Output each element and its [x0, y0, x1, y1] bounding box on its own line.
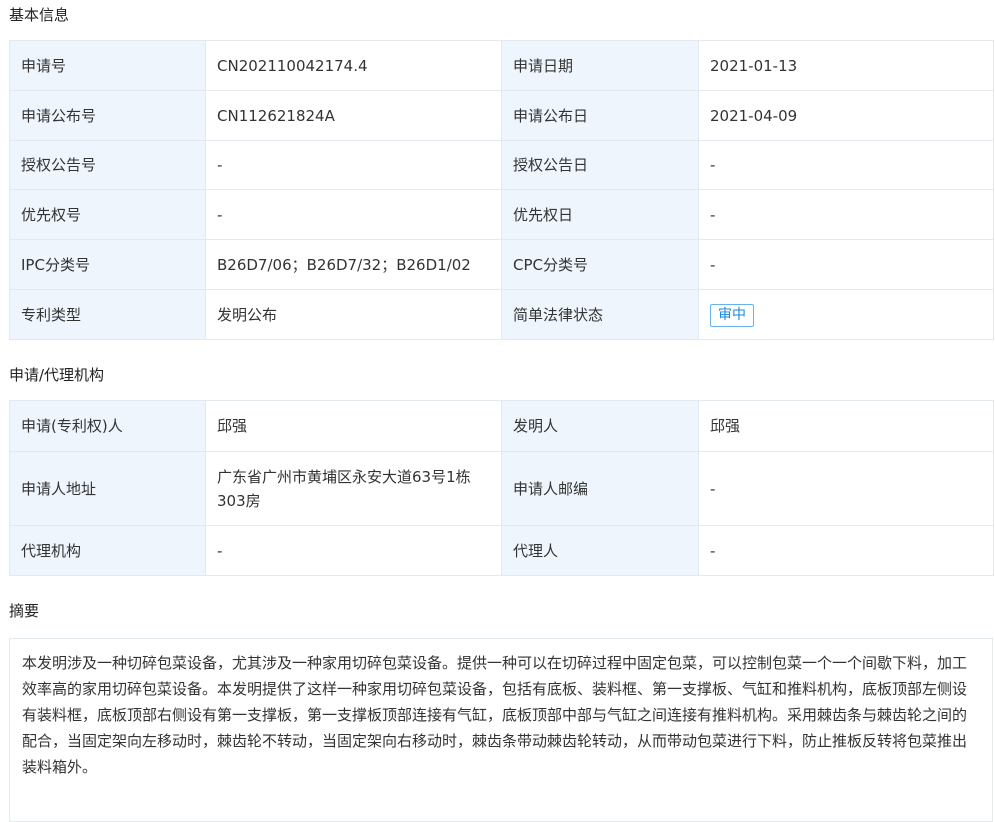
value-applicant: 邱强	[205, 400, 502, 452]
agency-table: 申请(专利权)人 邱强 发明人 邱强 申请人地址 广东省广州市黄埔区永安大道63…	[9, 400, 994, 576]
status-badge: 审中	[710, 304, 754, 327]
value-inventor: 邱强	[698, 400, 994, 452]
basic-info-table: 申请号 CN202110042174.4 申请日期 2021-01-13 申请公…	[9, 40, 994, 340]
value-agent: -	[698, 525, 994, 576]
value-applicant-postcode: -	[698, 451, 994, 526]
label-applicant: 申请(专利权)人	[9, 400, 206, 452]
section-title-agency: 申请/代理机构	[9, 366, 105, 384]
label-patent-type: 专利类型	[9, 289, 206, 340]
label-legal-status: 简单法律状态	[501, 289, 699, 340]
table-row: 申请公布号 CN112621824A 申请公布日 2021-04-09	[9, 90, 994, 141]
label-publication-number: 申请公布号	[9, 90, 206, 141]
value-priority-number: -	[205, 189, 502, 240]
value-publication-date: 2021-04-09	[698, 90, 994, 141]
label-grant-number: 授权公告号	[9, 140, 206, 190]
table-row: 优先权号 - 优先权日 -	[9, 189, 994, 240]
table-row: 专利类型 发明公布 简单法律状态 审中	[9, 289, 994, 340]
label-agent: 代理人	[501, 525, 699, 576]
label-priority-date: 优先权日	[501, 189, 699, 240]
label-publication-date: 申请公布日	[501, 90, 699, 141]
value-application-number: CN202110042174.4	[205, 40, 502, 91]
label-grant-date: 授权公告日	[501, 140, 699, 190]
table-row: 代理机构 - 代理人 -	[9, 525, 994, 576]
abstract-text: 本发明涉及一种切碎包菜设备，尤其涉及一种家用切碎包菜设备。提供一种可以在切碎过程…	[9, 638, 993, 822]
label-applicant-postcode: 申请人邮编	[501, 451, 699, 526]
table-row: 申请号 CN202110042174.4 申请日期 2021-01-13	[9, 40, 994, 91]
table-row: IPC分类号 B26D7/06；B26D7/32；B26D1/02 CPC分类号…	[9, 239, 994, 290]
label-application-date: 申请日期	[501, 40, 699, 91]
value-cpc: -	[698, 239, 994, 290]
label-application-number: 申请号	[9, 40, 206, 91]
section-title-basic-info: 基本信息	[9, 6, 70, 24]
table-row: 授权公告号 - 授权公告日 -	[9, 140, 994, 190]
table-row: 申请人地址 广东省广州市黄埔区永安大道63号1栋303房 申请人邮编 -	[9, 451, 994, 526]
label-applicant-address: 申请人地址	[9, 451, 206, 526]
value-priority-date: -	[698, 189, 994, 240]
label-agency: 代理机构	[9, 525, 206, 576]
value-agency: -	[205, 525, 502, 576]
section-title-abstract: 摘要	[9, 602, 40, 620]
value-legal-status-cell: 审中	[698, 289, 994, 340]
value-grant-number: -	[205, 140, 502, 190]
value-ipc: B26D7/06；B26D7/32；B26D1/02	[205, 239, 502, 290]
value-application-date: 2021-01-13	[698, 40, 994, 91]
value-grant-date: -	[698, 140, 994, 190]
label-priority-number: 优先权号	[9, 189, 206, 240]
label-ipc: IPC分类号	[9, 239, 206, 290]
table-row: 申请(专利权)人 邱强 发明人 邱强	[9, 400, 994, 452]
label-inventor: 发明人	[501, 400, 699, 452]
value-patent-type: 发明公布	[205, 289, 502, 340]
label-cpc: CPC分类号	[501, 239, 699, 290]
value-applicant-address: 广东省广州市黄埔区永安大道63号1栋303房	[205, 451, 502, 526]
value-publication-number: CN112621824A	[205, 90, 502, 141]
